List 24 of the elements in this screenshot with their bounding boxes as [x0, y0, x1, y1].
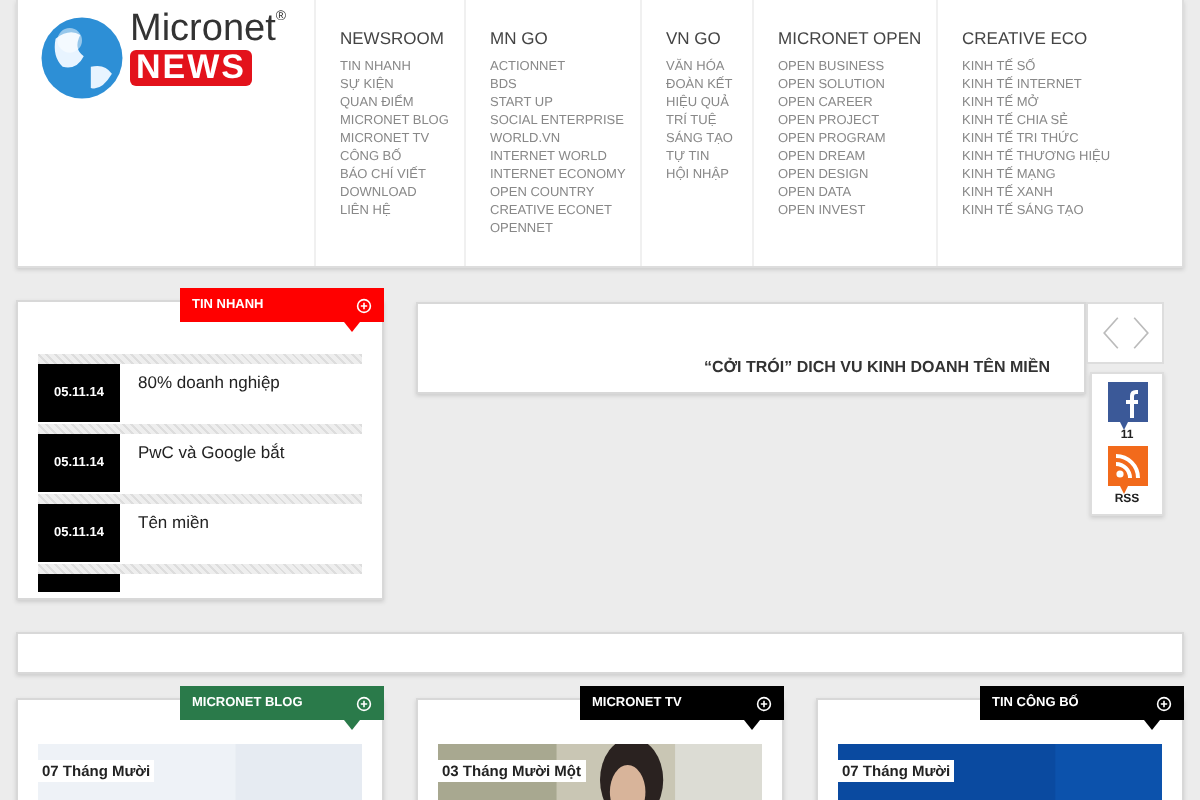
logo-news-badge: NEWS [130, 50, 252, 86]
headline-link[interactable]: PwC và Google bắt [120, 434, 285, 494]
tab-pointer [344, 322, 360, 332]
tab-pointer [1144, 720, 1160, 730]
facebook-icon[interactable] [1107, 382, 1147, 430]
menu-heading[interactable]: MN GO [490, 28, 548, 48]
tab-pointer [344, 720, 360, 730]
slide-caption[interactable]: “CỞI TRÓI” DICH VU KINH DOANH TÊN MIỀN [703, 358, 1050, 376]
menu-heading[interactable]: MICRONET OPEN [778, 28, 922, 48]
tab-pointer [744, 720, 760, 730]
next-icon[interactable] [1131, 316, 1149, 350]
globe-icon [38, 14, 126, 102]
menu-heading[interactable]: VN GO [666, 28, 721, 48]
previous-icon[interactable] [1101, 316, 1119, 350]
logo-wordmark: Micronet [130, 10, 276, 50]
menu-heading[interactable]: CREATIVE ECO [962, 28, 1088, 48]
headline-link[interactable]: 80% doanh nghiệp [120, 364, 280, 424]
plus-circle-icon [1156, 695, 1172, 711]
menu-heading[interactable]: NEWSROOM [340, 28, 444, 48]
headline-link[interactable]: Tên miền [120, 504, 209, 564]
plus-circle-icon [356, 297, 372, 313]
plus-circle-icon [356, 695, 372, 711]
rss-icon[interactable] [1107, 446, 1147, 494]
plus-circle-icon [756, 695, 772, 711]
